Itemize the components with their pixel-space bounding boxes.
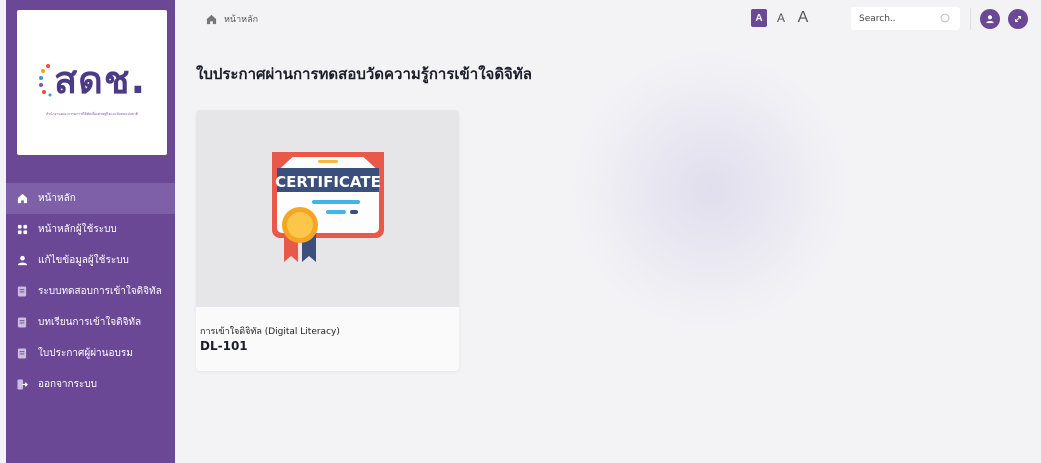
home-icon bbox=[206, 14, 217, 24]
divider bbox=[970, 8, 971, 30]
document-icon bbox=[16, 348, 28, 360]
home-icon bbox=[16, 193, 28, 205]
sidebar-item-logout[interactable]: ออกจากระบบ bbox=[6, 369, 175, 400]
certificate-image: CERTIFICATE bbox=[196, 110, 459, 307]
document-icon bbox=[16, 317, 28, 329]
search-icon[interactable] bbox=[940, 13, 951, 24]
logo-dots-left bbox=[38, 63, 52, 96]
sidebar-item-home[interactable]: หน้าหลัก bbox=[6, 183, 175, 214]
certificate-icon: CERTIFICATE bbox=[271, 151, 384, 262]
logo[interactable]: สดช. สำนักงานคณะกรรมการดิจิทัลเพื่อเศรษฐ… bbox=[17, 10, 167, 155]
search-box bbox=[851, 7, 960, 30]
sidebar-item-digital-test[interactable]: ระบบทดสอบการเข้าใจดิจิทัล bbox=[6, 276, 175, 307]
user-icon bbox=[986, 15, 994, 24]
sidebar-item-user-home[interactable]: หน้าหลักผู้ใช้ระบบ bbox=[6, 214, 175, 245]
sidebar-item-label: หน้าหลัก bbox=[38, 193, 76, 204]
sidebar-item-certificates[interactable]: ใบประกาศผู้ผ่านอบรม bbox=[6, 338, 175, 369]
search-input[interactable] bbox=[859, 13, 939, 24]
certificate-card[interactable]: CERTIFICATE การเข้าใจดิจิทัล (Digital Li… bbox=[196, 110, 459, 371]
sidebar-item-label: ออกจากระบบ bbox=[38, 379, 98, 390]
page-title: ใบประกาศผ่านการทดสอบวัดความรู้การเข้าใจด… bbox=[196, 65, 532, 83]
font-size-medium-button[interactable]: A bbox=[773, 9, 789, 27]
logo-text: สดช. bbox=[53, 58, 147, 102]
logo-subtitle: สำนักงานคณะกรรมการดิจิทัลเพื่อเศรษฐกิจแล… bbox=[45, 112, 139, 116]
breadcrumb-label: หน้าหลัก bbox=[224, 15, 259, 25]
sidebar-item-label: แก้ไขข้อมูลผู้ใช้ระบบ bbox=[38, 255, 129, 266]
sidebar-item-label: ระบบทดสอบการเข้าใจดิจิทัล bbox=[38, 286, 162, 297]
expand-icon bbox=[1015, 16, 1021, 22]
document-icon bbox=[16, 286, 28, 298]
sidebar-nav: หน้าหลัก หน้าหลักผู้ใช้ระบบ แก้ไขข้อมูลผ… bbox=[6, 183, 175, 400]
sidebar-item-lessons[interactable]: บทเรียนการเข้าใจดิจิทัล bbox=[6, 307, 175, 338]
font-size-large-button[interactable]: A bbox=[795, 9, 811, 27]
background-glow bbox=[560, 40, 860, 340]
profile-avatar[interactable] bbox=[980, 9, 1000, 29]
logout-icon bbox=[16, 379, 28, 391]
breadcrumb[interactable]: หน้าหลัก bbox=[206, 12, 258, 26]
certificate-label: CERTIFICATE bbox=[275, 173, 381, 191]
expand-button[interactable] bbox=[1008, 9, 1028, 29]
top-bar: หน้าหลัก A A A bbox=[175, 0, 1041, 38]
sidebar-item-label: หน้าหลักผู้ใช้ระบบ bbox=[38, 224, 117, 235]
sidebar-item-label: ใบประกาศผู้ผ่านอบรม bbox=[38, 348, 133, 359]
sidebar: สดช. สำนักงานคณะกรรมการดิจิทัลเพื่อเศรษฐ… bbox=[6, 0, 175, 463]
card-code: DL-101 bbox=[200, 339, 248, 353]
card-title: การเข้าใจดิจิทัล (Digital Literacy) bbox=[200, 327, 340, 337]
sidebar-item-edit-profile[interactable]: แก้ไขข้อมูลผู้ใช้ระบบ bbox=[6, 245, 175, 276]
grid-icon bbox=[16, 224, 28, 236]
font-size-switcher: A A A bbox=[751, 9, 811, 27]
font-size-small-button[interactable]: A bbox=[751, 9, 767, 27]
sidebar-item-label: บทเรียนการเข้าใจดิจิทัล bbox=[38, 317, 142, 328]
user-icon bbox=[16, 255, 28, 267]
